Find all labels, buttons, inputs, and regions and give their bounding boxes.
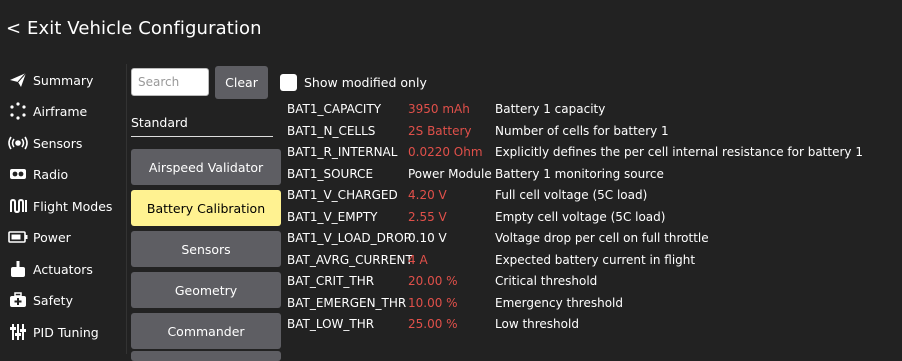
param-description: Critical threshold (495, 274, 598, 288)
param-description: Full cell voltage (5C load) (495, 188, 648, 202)
radio-icon (8, 165, 28, 183)
param-value[interactable]: 20.00 % (408, 274, 458, 288)
clear-button[interactable]: Clear (215, 66, 268, 99)
param-value[interactable]: 0.0220 Ohm (408, 145, 483, 159)
group-button-commander[interactable]: Commander (131, 313, 281, 349)
param-row[interactable]: BAT1_R_INTERNAL 0.0220 Ohm Explicitly de… (287, 142, 899, 164)
param-row[interactable]: BAT1_V_CHARGED 4.20 V Full cell voltage … (287, 185, 899, 207)
param-value[interactable]: 2.55 V (408, 210, 447, 224)
sidebar-item-label: Summary (33, 72, 94, 88)
sidebar-item-safety[interactable]: Safety (8, 288, 73, 312)
param-name: BAT1_CAPACITY (287, 102, 382, 116)
group-button-partial[interactable] (131, 351, 281, 361)
sidebar-item-label: Actuators (33, 261, 93, 277)
param-value[interactable]: 10.00 % (408, 296, 458, 310)
airframe-icon (8, 102, 28, 120)
param-value[interactable]: 4.20 V (408, 188, 447, 202)
param-description: Battery 1 monitoring source (495, 166, 664, 181)
show-modified-label: Show modified only (304, 75, 427, 90)
param-row[interactable]: BAT1_N_CELLS 2S Battery Number of cells … (287, 121, 899, 143)
param-name: BAT1_V_EMPTY (287, 209, 378, 224)
param-name: BAT1_V_LOAD_DROP (287, 231, 411, 245)
sidebar-item-airframe[interactable]: Airframe (8, 99, 87, 123)
param-name: BAT_CRIT_THR (287, 274, 375, 288)
sidebar-item-flight-modes[interactable]: Flight Modes (8, 194, 112, 218)
param-row[interactable]: BAT1_V_LOAD_DROP 0.10 V Voltage drop per… (287, 228, 899, 250)
sidebar-item-label: Power (33, 229, 71, 245)
pid-tuning-icon (8, 323, 28, 341)
param-name: BAT1_N_CELLS (287, 123, 376, 138)
param-description: Expected battery current in flight (495, 252, 696, 267)
actuators-icon (8, 260, 28, 278)
sensors-icon (8, 134, 28, 152)
group-button-geometry[interactable]: Geometry (131, 272, 281, 308)
sidebar-item-label: Safety (33, 292, 73, 308)
group-button-sensors[interactable]: Sensors (131, 231, 281, 267)
sidebar-item-summary[interactable]: Summary (8, 68, 93, 92)
param-row[interactable]: BAT_LOW_THR 25.00 % Low threshold (287, 314, 899, 336)
top-bar: < Exit Vehicle Configuration (0, 0, 902, 60)
param-value[interactable]: 2S Battery (408, 124, 471, 138)
param-value[interactable]: 0.10 V (408, 231, 447, 245)
param-value[interactable]: 25.00 % (408, 317, 458, 331)
sidebar-item-label: Radio (33, 166, 69, 182)
sidebar-item-power[interactable]: Power (8, 225, 71, 249)
param-description: Battery 1 capacity (495, 102, 606, 116)
param-row[interactable]: BAT_CRIT_THR 20.00 % Critical threshold (287, 271, 899, 293)
battery-icon (8, 228, 28, 246)
param-row[interactable]: BAT_AVRG_CURRENT 4 A Expected battery cu… (287, 250, 899, 272)
sidebar-item-actuators[interactable]: Actuators (8, 257, 93, 281)
sidebar-item-radio[interactable]: Radio (8, 162, 68, 186)
param-name: BAT1_V_CHARGED (287, 188, 398, 202)
sidebar: Summary Airframe Sensors Radio Flight Mo… (0, 64, 127, 354)
flight-modes-icon (8, 197, 28, 215)
sidebar-item-label: PID Tuning (33, 324, 99, 340)
param-row[interactable]: BAT1_SOURCE Power Module Battery 1 monit… (287, 164, 899, 186)
show-modified-checkbox[interactable] (280, 74, 297, 91)
param-value[interactable]: 3950 mAh (408, 102, 470, 116)
param-row[interactable]: BAT1_V_EMPTY 2.55 V Empty cell voltage (… (287, 207, 899, 229)
param-row[interactable]: BAT_EMERGEN_THR 10.00 % Emergency thresh… (287, 293, 899, 315)
param-description: Explicitly defines the per cell internal… (495, 145, 863, 159)
group-button-battery-calibration[interactable]: Battery Calibration (131, 190, 281, 226)
parameter-table: BAT1_CAPACITY 3950 mAh Battery 1 capacit… (287, 99, 899, 336)
group-section-title: Standard (131, 115, 273, 137)
param-name: BAT1_SOURCE (287, 166, 374, 181)
exit-vehicle-configuration-button[interactable]: < Exit Vehicle Configuration (6, 18, 262, 39)
safety-icon (8, 291, 28, 309)
param-name: BAT_EMERGEN_THR (287, 295, 407, 310)
sidebar-item-label: Airframe (33, 103, 88, 119)
sidebar-item-sensors[interactable]: Sensors (8, 131, 82, 155)
search-input[interactable] (131, 68, 209, 96)
sidebar-item-label: Sensors (33, 135, 83, 151)
param-description: Empty cell voltage (5C load) (495, 209, 666, 224)
param-row[interactable]: BAT1_CAPACITY 3950 mAh Battery 1 capacit… (287, 99, 899, 121)
sidebar-item-label: Flight Modes (33, 198, 113, 214)
group-button-airspeed-validator[interactable]: Airspeed Validator (131, 149, 281, 185)
param-description: Low threshold (495, 317, 579, 331)
paper-plane-icon (8, 71, 28, 89)
param-description: Emergency threshold (495, 295, 624, 310)
param-name: BAT1_R_INTERNAL (287, 145, 398, 159)
param-value[interactable]: 4 A (408, 253, 428, 267)
param-name: BAT_LOW_THR (287, 317, 375, 331)
param-name: BAT_AVRG_CURRENT (287, 252, 413, 267)
param-description: Number of cells for battery 1 (495, 123, 669, 138)
param-description: Voltage drop per cell on full throttle (495, 231, 709, 245)
param-value[interactable]: Power Module (408, 167, 492, 181)
sidebar-item-pid-tuning[interactable]: PID Tuning (8, 320, 99, 344)
